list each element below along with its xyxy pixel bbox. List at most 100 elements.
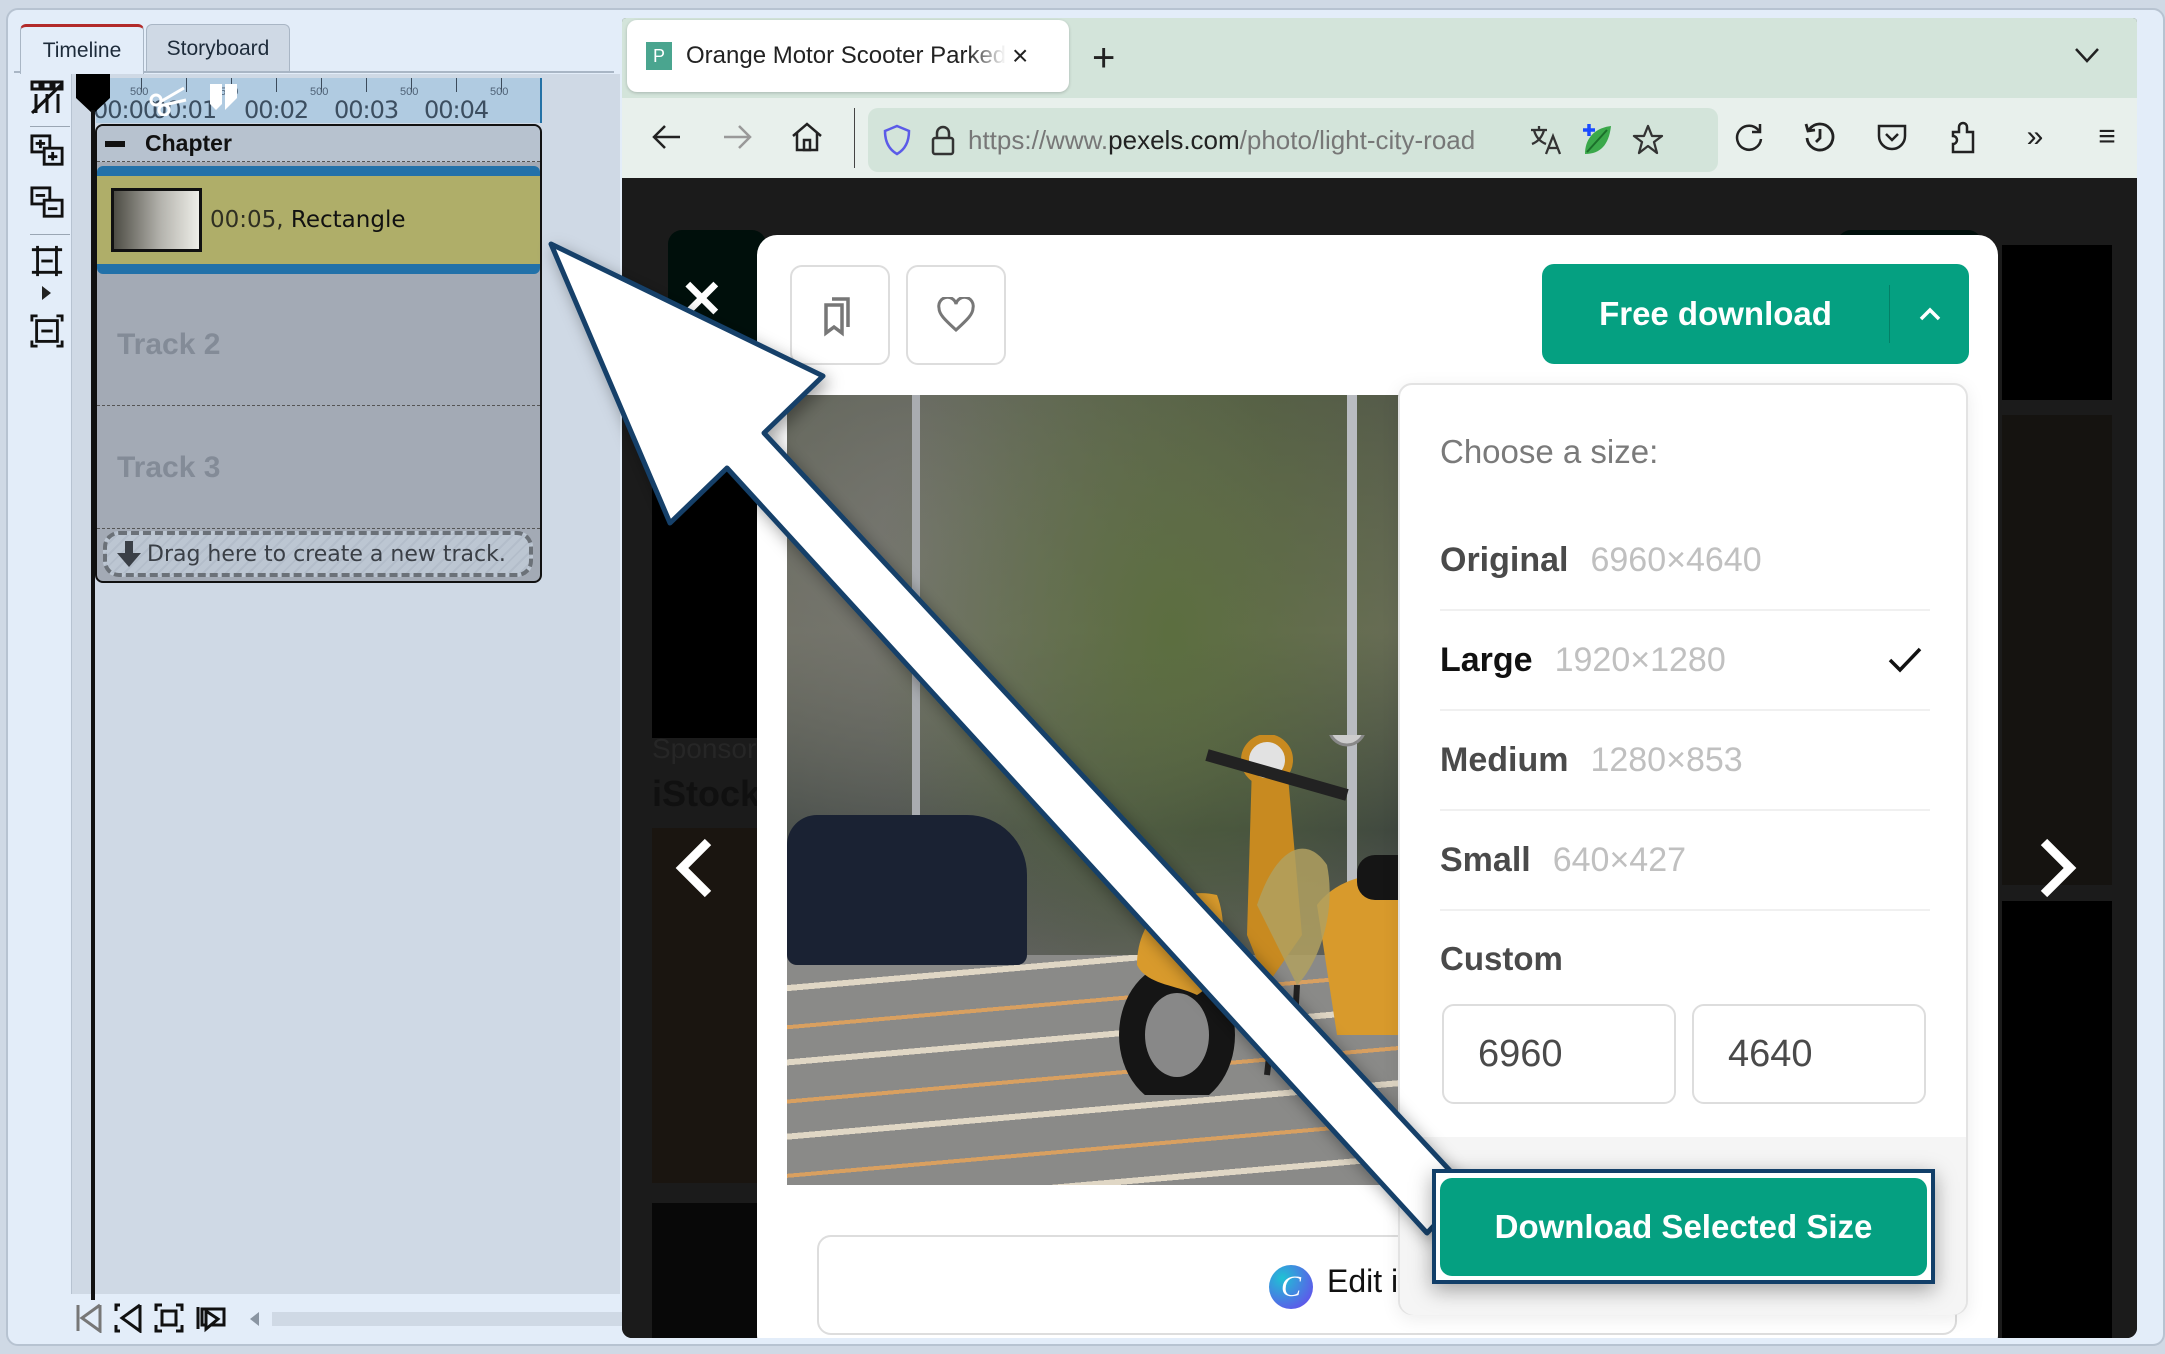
more-tools-button[interactable]: »: [2010, 112, 2060, 162]
clip-label: 00:05, Rectangle: [210, 207, 405, 233]
clip-duration: 00:05,: [210, 207, 284, 233]
download-selected-size-button[interactable]: Download Selected Size: [1440, 1178, 1927, 1276]
extensions-button[interactable]: [1939, 112, 1989, 162]
background-photo[interactable]: [652, 418, 762, 738]
scooter-photo[interactable]: [787, 395, 1427, 1185]
page-content: Sponsored iStock ✕ C Edit in Free downlo…: [622, 178, 2137, 1338]
photo-car: [787, 815, 1027, 965]
arrow-right-icon: [724, 125, 752, 149]
split-tracks-icon[interactable]: [30, 80, 64, 114]
list-all-tabs-button[interactable]: [2074, 38, 2100, 70]
in-out-marker-icon[interactable]: [210, 84, 238, 110]
add-track-icon[interactable]: [30, 134, 64, 168]
reload-button[interactable]: [1724, 112, 1774, 162]
collect-button[interactable]: [790, 265, 890, 365]
back-button[interactable]: [642, 112, 692, 162]
bookmark-star-icon[interactable]: [1631, 123, 1665, 157]
lock-icon[interactable]: [930, 124, 956, 156]
ruler-sublabel: 500: [310, 86, 329, 98]
horizontal-scrollbar[interactable]: [272, 1312, 624, 1326]
tab-storyboard[interactable]: Storyboard: [146, 24, 290, 72]
background-photo[interactable]: [2002, 415, 2112, 885]
navigation-bar: https://www.pexels.com/photo/light-city-…: [622, 98, 2137, 178]
custom-width-input[interactable]: [1442, 1004, 1676, 1104]
track-toolbar: [22, 74, 72, 1294]
fit-tracks-icon[interactable]: [30, 314, 64, 348]
ruler-label: 00:03: [334, 96, 399, 124]
tab-timeline-label: Timeline: [42, 38, 122, 62]
browser-tab[interactable]: P Orange Motor Scooter Parked on ×: [627, 20, 1069, 92]
arrow-left-icon: [652, 125, 680, 149]
background-photo[interactable]: [2002, 245, 2112, 400]
translate-icon[interactable]: [1529, 124, 1563, 156]
previous-marker-icon[interactable]: [114, 1303, 142, 1338]
history-icon: [1804, 122, 1835, 152]
track-3[interactable]: Track 3: [97, 407, 540, 529]
collapse-icon[interactable]: [105, 140, 125, 147]
remove-track-icon[interactable]: [30, 186, 64, 220]
zoom-fit-icon[interactable]: [154, 1303, 184, 1338]
toolbar-divider: [30, 126, 70, 127]
chevron-up-icon: [1919, 307, 1940, 321]
next-photo-button[interactable]: [2038, 838, 2078, 903]
expand-tracks-icon[interactable]: [30, 244, 64, 278]
home-button[interactable]: [782, 112, 832, 162]
forward-button[interactable]: [712, 112, 762, 162]
history-button[interactable]: [1795, 112, 1845, 162]
chapter-group[interactable]: Chapter 00:05, Rectangle Track 2 Track 3…: [95, 124, 542, 583]
close-tab-icon[interactable]: ×: [1012, 40, 1028, 72]
timeline-clip[interactable]: 00:05, Rectangle: [97, 166, 540, 274]
istock-label: iStock: [652, 773, 761, 814]
reload-icon: [1735, 124, 1763, 151]
free-download-button[interactable]: Free download: [1542, 264, 1969, 364]
size-option-large[interactable]: Large 1920×1280: [1440, 611, 1930, 711]
ruler-tick: [366, 78, 367, 92]
size-option-dimensions: 640×427: [1552, 840, 1687, 879]
tab-title: Orange Motor Scooter Parked on: [686, 42, 1006, 69]
url-prefix: https://www.: [968, 124, 1109, 155]
new-track-drop-zone[interactable]: Drag here to create a new track.: [103, 531, 533, 577]
chevron-right-icon: [2040, 838, 2077, 898]
track-2[interactable]: Track 2: [97, 284, 540, 406]
app-menu-button[interactable]: ≡: [2082, 112, 2132, 162]
scissors-marker-icon[interactable]: [148, 80, 188, 121]
url-path: /photo/light-city-road: [1239, 124, 1476, 155]
size-menu-title: Choose a size:: [1440, 433, 1659, 470]
url-domain: pexels.com: [1108, 124, 1240, 155]
scroll-left-arrow-icon[interactable]: [250, 1312, 259, 1326]
track-label: Track 3: [117, 450, 221, 484]
size-option-medium[interactable]: Medium 1280×853: [1440, 711, 1930, 811]
ruler-tick: [456, 78, 457, 92]
canva-logo-icon: C: [1269, 1265, 1313, 1309]
address-bar[interactable]: https://www.pexels.com/photo/light-city-…: [868, 108, 1718, 172]
ruler-sublabel: 500: [490, 86, 509, 98]
chapter-title: Chapter: [145, 130, 232, 156]
new-tab-button[interactable]: +: [1092, 36, 1115, 81]
close-modal-icon[interactable]: ✕: [680, 270, 724, 330]
go-to-start-icon[interactable]: [76, 1303, 102, 1338]
hamburger-menu-icon: ≡: [2098, 120, 2116, 153]
timeline-ruler[interactable]: 500 500 500 500 500 00:00 00:01 00:02 00…: [93, 78, 542, 124]
pocket-button[interactable]: [1867, 112, 1917, 162]
expand-menu-arrow-icon[interactable]: [42, 286, 51, 300]
previous-photo-button[interactable]: [674, 838, 714, 903]
chevron-left-icon: [675, 838, 712, 898]
background-photo[interactable]: [652, 1203, 762, 1338]
tab-timeline[interactable]: Timeline: [20, 24, 144, 74]
size-option-name: Original: [1440, 540, 1569, 579]
size-option-small[interactable]: Small 640×427: [1440, 811, 1930, 911]
preview-icon[interactable]: [196, 1303, 226, 1338]
home-icon: [792, 122, 822, 152]
size-option-original[interactable]: Original 6960×4640: [1440, 511, 1930, 611]
clip-name: Rectangle: [290, 207, 406, 233]
url-field[interactable]: https://www.pexels.com/photo/light-city-…: [968, 125, 1513, 156]
size-menu-toggle[interactable]: [1890, 307, 1969, 321]
background-photo[interactable]: [2002, 901, 2112, 1338]
custom-height-input[interactable]: [1692, 1004, 1926, 1104]
size-option-name: Medium: [1440, 740, 1569, 779]
tracking-protection-shield-icon[interactable]: [882, 123, 912, 157]
like-button[interactable]: [906, 265, 1006, 365]
chapter-header[interactable]: Chapter: [97, 126, 540, 162]
leaf-extension-icon[interactable]: [1579, 122, 1615, 158]
toolbar-divider: [30, 234, 70, 235]
